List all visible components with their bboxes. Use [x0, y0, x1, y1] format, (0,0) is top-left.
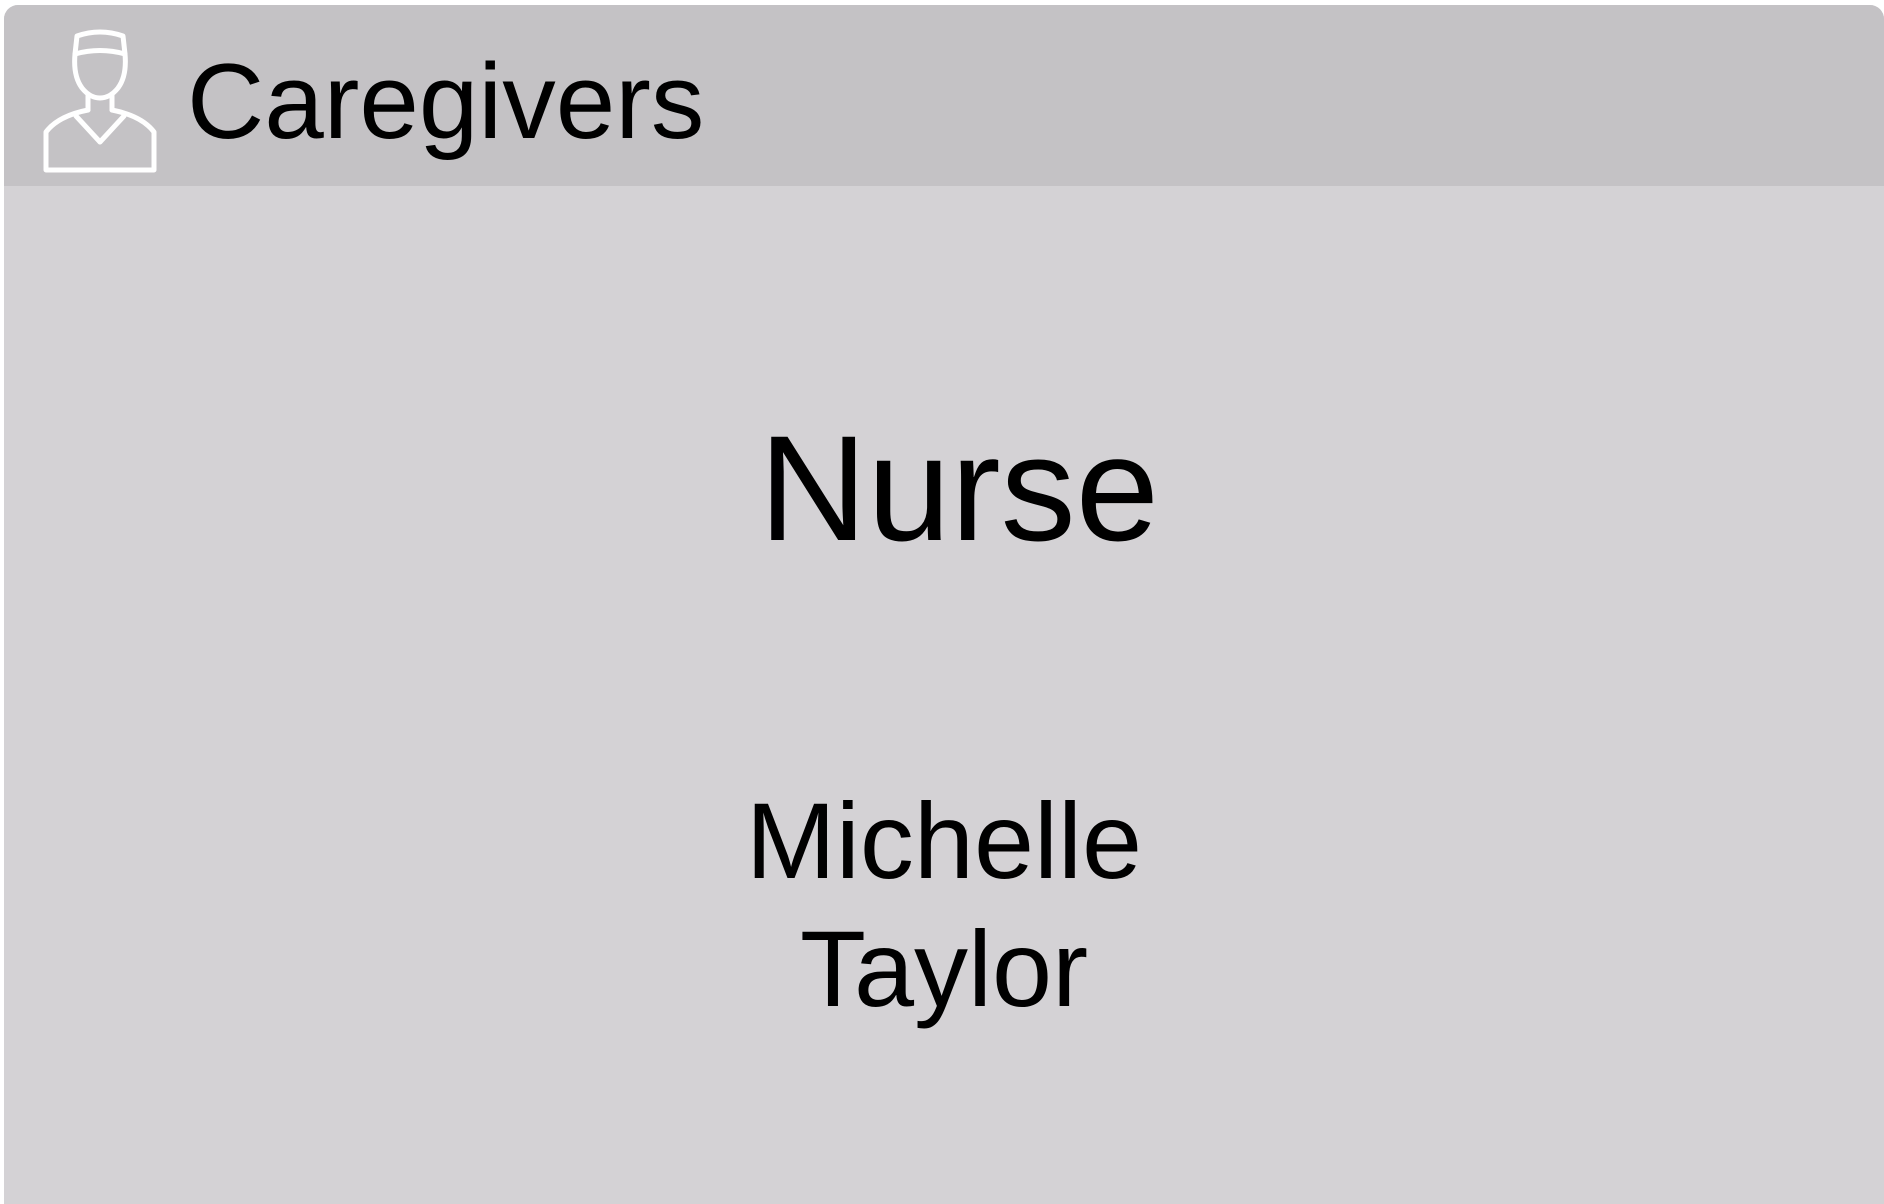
nurse-icon — [43, 29, 157, 173]
caregiver-last-name: Taylor — [799, 908, 1089, 1029]
caregivers-card: Caregivers Nurse Michelle Taylor — [4, 5, 1884, 1204]
card-header: Caregivers — [4, 5, 1884, 186]
caregiver-name: Michelle Taylor — [4, 777, 1884, 1033]
caregiver-first-name: Michelle — [745, 780, 1143, 901]
card-title: Caregivers — [187, 41, 705, 161]
caregiver-role: Nurse — [758, 404, 1160, 572]
